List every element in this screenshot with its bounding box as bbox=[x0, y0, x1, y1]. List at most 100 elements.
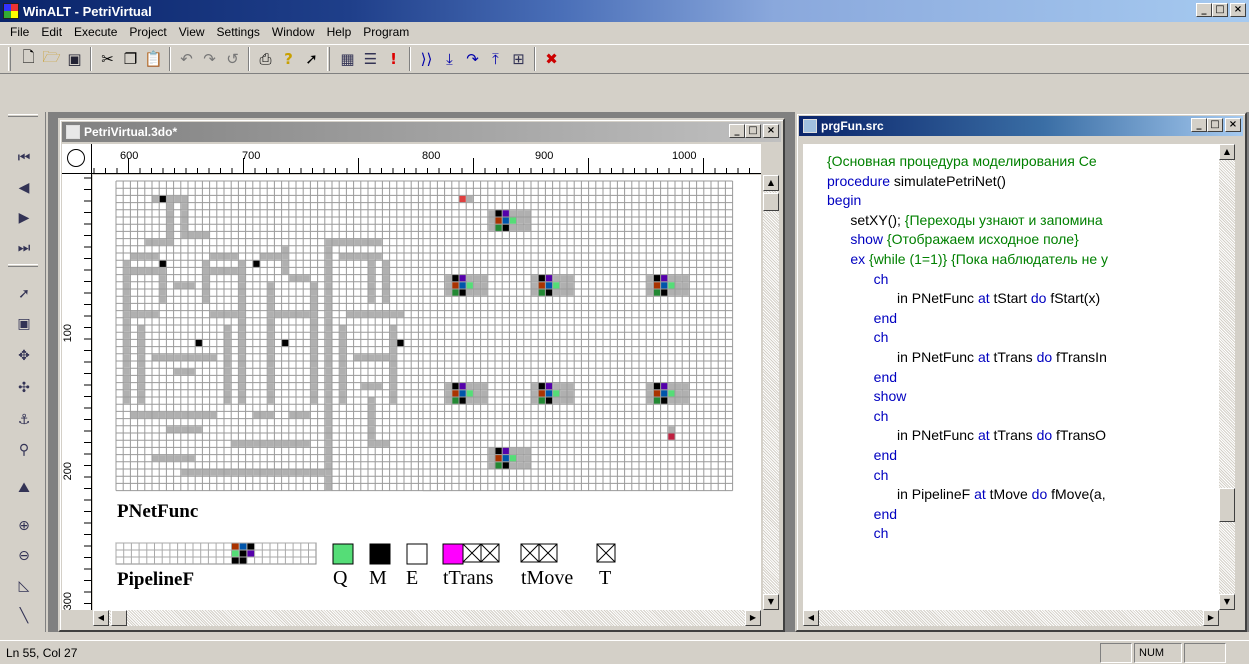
scroll-left-button[interactable]: ◀ bbox=[93, 610, 109, 626]
code-line[interactable]: ch bbox=[827, 407, 1219, 427]
object-maximize-button[interactable]: □ bbox=[745, 124, 761, 138]
scroll-thumb[interactable] bbox=[1219, 488, 1235, 522]
step-over-icon[interactable]: ↷ bbox=[461, 47, 484, 71]
scroll-left-button[interactable]: ◀ bbox=[803, 610, 819, 626]
code-line[interactable]: end bbox=[827, 505, 1219, 525]
code-line[interactable]: ch bbox=[827, 270, 1219, 290]
menu-window[interactable]: Window bbox=[266, 25, 321, 39]
pin-icon[interactable]: ⚲ bbox=[12, 438, 36, 462]
ruler-corner[interactable] bbox=[62, 144, 92, 174]
source-close-button[interactable]: × bbox=[1225, 118, 1241, 132]
toolbar-grip[interactable] bbox=[8, 47, 11, 71]
tool-icon[interactable]: ╲ bbox=[12, 604, 36, 628]
save-icon[interactable]: ▣ bbox=[63, 47, 86, 71]
list-icon[interactable]: ☰ bbox=[359, 47, 382, 71]
zoom-in-icon[interactable]: ⊕ bbox=[12, 514, 36, 538]
code-line[interactable]: in PNetFunc at tTrans do fTransO bbox=[827, 426, 1219, 446]
open-icon[interactable]: 🗁 bbox=[40, 47, 63, 71]
source-horizontal-scrollbar[interactable]: ◀ ▶ bbox=[803, 610, 1219, 626]
watch-icon[interactable]: ⊞ bbox=[507, 47, 530, 71]
object-minimize-button[interactable]: _ bbox=[729, 124, 745, 138]
object-horizontal-scrollbar[interactable]: ◀ ▶ bbox=[93, 610, 761, 626]
code-line[interactable]: ch bbox=[827, 466, 1219, 486]
code-line[interactable]: show bbox=[827, 387, 1219, 407]
source-window-titlebar[interactable]: prgFun.src _ □ × bbox=[799, 116, 1243, 136]
menu-project[interactable]: Project bbox=[123, 25, 172, 39]
redo-icon[interactable]: ↷ bbox=[198, 47, 221, 71]
app-icon[interactable] bbox=[3, 3, 19, 19]
help-icon[interactable]: ? bbox=[277, 47, 300, 71]
scroll-right-button[interactable]: ▶ bbox=[1203, 610, 1219, 626]
anchor-icon[interactable]: ⚓ bbox=[12, 408, 36, 432]
step-into-icon[interactable]: ⤓ bbox=[438, 47, 461, 71]
code-line[interactable]: ch bbox=[827, 328, 1219, 348]
scroll-right-button[interactable]: ▶ bbox=[745, 610, 761, 626]
menu-file[interactable]: File bbox=[4, 25, 35, 39]
context-help-icon[interactable]: ➚ bbox=[300, 47, 323, 71]
code-line[interactable]: end bbox=[827, 368, 1219, 388]
grid-icon[interactable]: ▦ bbox=[336, 47, 359, 71]
code-line[interactable]: ch bbox=[827, 524, 1219, 544]
chart-icon[interactable]: ⛰ bbox=[12, 476, 36, 500]
cut-icon[interactable]: ✂ bbox=[96, 47, 119, 71]
menu-settings[interactable]: Settings bbox=[211, 25, 266, 39]
menu-edit[interactable]: Edit bbox=[35, 25, 68, 39]
new-icon[interactable]: 🗋 bbox=[17, 47, 40, 71]
stop-icon[interactable]: ✖ bbox=[540, 47, 563, 71]
menu-program[interactable]: Program bbox=[357, 25, 415, 39]
code-line[interactable]: end bbox=[827, 446, 1219, 466]
refresh-icon[interactable]: ↺ bbox=[221, 47, 244, 71]
object-close-button[interactable]: × bbox=[763, 124, 779, 138]
scroll-up-button[interactable]: ▲ bbox=[1219, 144, 1235, 160]
slice-icon[interactable]: ◺ bbox=[12, 574, 36, 598]
size-grip[interactable] bbox=[1219, 610, 1235, 626]
code-line[interactable]: setXY(); {Переходы узнают и запомина bbox=[827, 211, 1219, 231]
app-title-bar[interactable]: WinALT - PetriVirtual _ □ × bbox=[0, 0, 1249, 22]
object-window-titlebar[interactable]: PetriVirtual.3do* _ □ × bbox=[62, 122, 781, 142]
toolbar-grip-2[interactable] bbox=[327, 47, 330, 71]
rotate-icon[interactable]: ✥ bbox=[12, 344, 36, 368]
scroll-thumb[interactable] bbox=[763, 193, 779, 211]
code-line[interactable]: procedure simulatePetriNet() bbox=[827, 172, 1219, 192]
pointer-icon[interactable]: ➚ bbox=[12, 282, 36, 306]
close-button[interactable]: × bbox=[1230, 3, 1246, 17]
code-line[interactable]: in PipelineF at tMove do fMove(a, bbox=[827, 485, 1219, 505]
move-icon[interactable]: ✣ bbox=[12, 376, 36, 400]
scroll-thumb[interactable] bbox=[111, 610, 127, 626]
object-vertical-scrollbar[interactable]: ▲ ▼ bbox=[763, 175, 779, 610]
copy-icon[interactable]: ❐ bbox=[119, 47, 142, 71]
code-editor[interactable]: {Основная процедура моделирования Се proc… bbox=[803, 144, 1219, 610]
code-line[interactable]: ex {while (1=1)} {Пока наблюдатель не у bbox=[827, 250, 1219, 270]
code-line[interactable]: show {Отображаем исходное поле} bbox=[827, 230, 1219, 250]
source-maximize-button[interactable]: □ bbox=[1207, 118, 1223, 132]
paste-icon[interactable]: 📋 bbox=[142, 47, 165, 71]
size-grip[interactable] bbox=[763, 610, 779, 626]
undo-icon[interactable]: ↶ bbox=[175, 47, 198, 71]
menu-help[interactable]: Help bbox=[321, 25, 358, 39]
first-icon[interactable]: ⏮ bbox=[12, 146, 36, 170]
minimize-button[interactable]: _ bbox=[1196, 3, 1212, 17]
code-line[interactable]: in PNetFunc at tTrans do fTransIn bbox=[827, 348, 1219, 368]
menu-view[interactable]: View bbox=[173, 25, 211, 39]
print-icon[interactable]: ⎙ bbox=[254, 47, 277, 71]
scroll-up-button[interactable]: ▲ bbox=[763, 175, 779, 191]
scroll-down-button[interactable]: ▼ bbox=[763, 594, 779, 610]
forward-icon[interactable]: ▶ bbox=[12, 206, 36, 230]
back-icon[interactable]: ◀ bbox=[12, 176, 36, 200]
code-line[interactable]: end bbox=[827, 309, 1219, 329]
run-icon[interactable]: ! bbox=[382, 47, 405, 71]
code-line[interactable]: in PNetFunc at tStart do fStart(x) bbox=[827, 289, 1219, 309]
code-line[interactable]: {Основная процедура моделирования Се bbox=[827, 152, 1219, 172]
source-vertical-scrollbar[interactable]: ▲ ▼ bbox=[1219, 144, 1235, 610]
object-canvas[interactable]: PNetFunc PipelineF Q M E tTrans tMove T bbox=[93, 175, 761, 610]
label-icon[interactable]: ▣ bbox=[12, 312, 36, 336]
last-icon[interactable]: ⏭ bbox=[12, 236, 36, 260]
zoom-out-icon[interactable]: ⊖ bbox=[12, 544, 36, 568]
step-icon[interactable]: ⟩⟩ bbox=[415, 47, 438, 71]
menu-execute[interactable]: Execute bbox=[68, 25, 123, 39]
maximize-button[interactable]: □ bbox=[1212, 3, 1228, 17]
step-out-icon[interactable]: ⤒ bbox=[484, 47, 507, 71]
scroll-down-button[interactable]: ▼ bbox=[1219, 594, 1235, 610]
source-minimize-button[interactable]: _ bbox=[1191, 118, 1207, 132]
code-line[interactable]: begin bbox=[827, 191, 1219, 211]
